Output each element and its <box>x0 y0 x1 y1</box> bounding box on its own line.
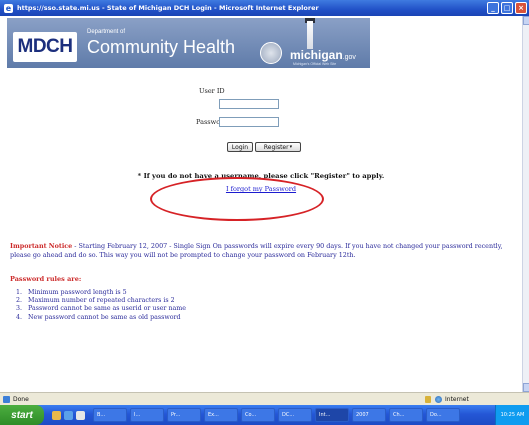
ie-quicklaunch-icon[interactable] <box>64 410 73 420</box>
status-text: Done <box>13 395 29 403</box>
scroll-up-button[interactable] <box>523 16 529 25</box>
taskbar-item[interactable]: Ex... <box>204 408 238 422</box>
login-button[interactable]: Login <box>227 142 253 152</box>
globe-icon <box>435 396 442 403</box>
folder-icon[interactable] <box>52 410 61 420</box>
important-notice: Important Notice - Starting February 12,… <box>10 242 518 259</box>
michigan-gov-logo[interactable]: michigan.gov <box>290 48 356 62</box>
security-zone: Internet <box>445 396 469 403</box>
window-titlebar: e https://sso.state.mi.us - State of Mic… <box>0 0 529 16</box>
lock-icon <box>425 396 431 403</box>
browser-statusbar: Done Internet <box>0 392 529 405</box>
desktop-icon[interactable] <box>76 410 85 420</box>
window-controls: _ □ × <box>487 2 527 14</box>
mdch-logo-text: MDCH <box>17 36 74 57</box>
minimize-button[interactable]: _ <box>487 2 499 14</box>
user-id-input[interactable] <box>219 99 279 109</box>
taskbar-item[interactable]: B... <box>93 408 127 422</box>
taskbar-item[interactable]: Ch... <box>389 408 423 422</box>
highlight-ellipse <box>150 177 324 221</box>
system-clock[interactable]: 10:25 AM <box>495 405 529 425</box>
list-item: 4. New password cannot be same as old pas… <box>16 313 181 321</box>
taskbar-tasks: B... I... Pr... Ex... Co... DC... Int...… <box>93 408 460 422</box>
taskbar-item[interactable]: Do... <box>426 408 460 422</box>
quick-launch <box>52 410 85 420</box>
michigan-tagline: Michigan's Official Web Site <box>293 62 337 66</box>
register-button[interactable]: Register ▾ <box>255 142 301 152</box>
password-rules-heading: Password rules are: <box>10 275 82 283</box>
taskbar-item[interactable]: 2007 <box>352 408 386 422</box>
michigan-logo-text: michigan <box>290 48 343 62</box>
taskbar-item[interactable]: Co... <box>241 408 275 422</box>
register-button-label: Register <box>263 143 289 151</box>
maximize-button[interactable]: □ <box>501 2 513 14</box>
state-seal-icon <box>260 42 282 64</box>
windows-taskbar: start B... I... Pr... Ex... Co... DC... … <box>0 405 529 425</box>
header-banner: MDCH Department of Community Health mich… <box>7 18 370 68</box>
chevron-down-icon: ▾ <box>289 144 293 150</box>
password-rules-list: 1. Minimum password length is 5 2. Maximum… <box>16 289 186 322</box>
window-title: https://sso.state.mi.us - State of Michi… <box>17 4 319 12</box>
password-input[interactable] <box>219 117 279 127</box>
ie-icon: e <box>4 3 13 13</box>
taskbar-item[interactable]: Int... <box>315 408 349 422</box>
vertical-scrollbar[interactable] <box>522 16 529 392</box>
list-item: 1. Minimum password length is 5 <box>16 289 127 296</box>
scroll-down-button[interactable] <box>523 383 529 392</box>
page-icon <box>3 395 10 403</box>
user-id-label: User ID <box>199 87 225 95</box>
department-label: Department of <box>87 29 126 35</box>
important-notice-label: Important Notice <box>10 242 73 250</box>
department-name: Community Health <box>87 37 236 57</box>
michigan-logo-suffix: .gov <box>342 54 356 61</box>
taskbar-item[interactable]: DC... <box>278 408 312 422</box>
mdch-logo[interactable]: MDCH <box>13 32 77 62</box>
taskbar-item[interactable]: I... <box>130 408 164 422</box>
list-item: 2. Maximum number of repeated characters … <box>16 297 175 305</box>
taskbar-item[interactable]: Pr... <box>167 408 201 422</box>
important-notice-text: - Starting February 12, 2007 - Single Si… <box>10 242 503 259</box>
start-button[interactable]: start <box>0 405 44 425</box>
list-item: 3. Password cannot be same as userid or u… <box>16 305 186 313</box>
lighthouse-icon <box>307 21 313 49</box>
page-viewport: MDCH Department of Community Health mich… <box>0 16 522 392</box>
close-button[interactable]: × <box>515 2 527 14</box>
